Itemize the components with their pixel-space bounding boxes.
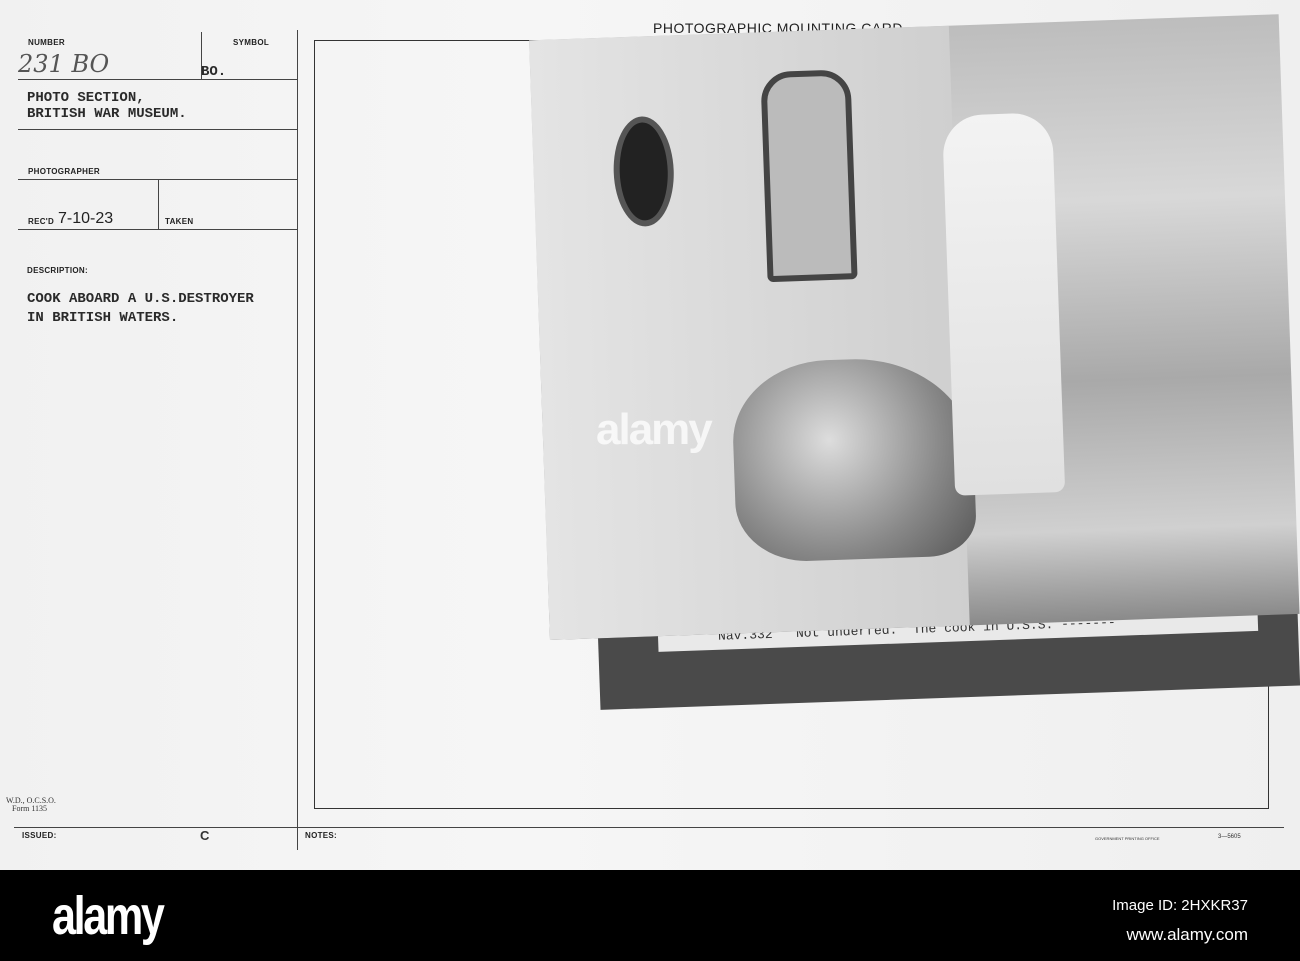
number-value: 231 BO <box>18 50 110 78</box>
taken-label: TAKEN <box>165 217 194 226</box>
printer-code: 3—5605 <box>1218 834 1241 840</box>
description-label: DESCRIPTION: <box>27 266 88 275</box>
section-line-2: BRITISH WAR MUSEUM. <box>27 106 187 122</box>
section-line-1: PHOTO SECTION, <box>27 90 145 106</box>
photographer-label: PHOTOGRAPHER <box>28 167 100 176</box>
alamy-logo: alamy <box>52 886 165 946</box>
description-line-1: COOK ABOARD A U.S.DESTROYER <box>27 291 254 307</box>
image-id: Image ID: 2HXKR37 <box>1112 897 1248 914</box>
photograph <box>529 14 1300 641</box>
cook-figure <box>941 112 1066 496</box>
recd-label: REC'D <box>28 217 55 226</box>
ship-door <box>760 69 858 283</box>
notes-label: NOTES: <box>305 831 338 840</box>
printer-label: GOVERNMENT PRINTING OFFICE <box>1095 836 1160 841</box>
site-url[interactable]: www.alamy.com <box>1126 925 1248 945</box>
symbol-label: SYMBOL <box>233 38 270 47</box>
issued-label: ISSUED: <box>22 831 57 840</box>
mounting-card: NUMBER 231 BO SYMBOL BO. PHOTO SECTION, … <box>0 0 1300 870</box>
form-line-2: Form 1135 <box>12 804 48 813</box>
watermark: alamy <box>596 405 713 454</box>
symbol-value: BO. <box>201 64 227 80</box>
recd-value: 7-10-23 <box>58 210 114 227</box>
description-line-2: IN BRITISH WATERS. <box>27 310 179 326</box>
number-label: NUMBER <box>28 38 65 47</box>
issued-value: C <box>200 828 210 843</box>
